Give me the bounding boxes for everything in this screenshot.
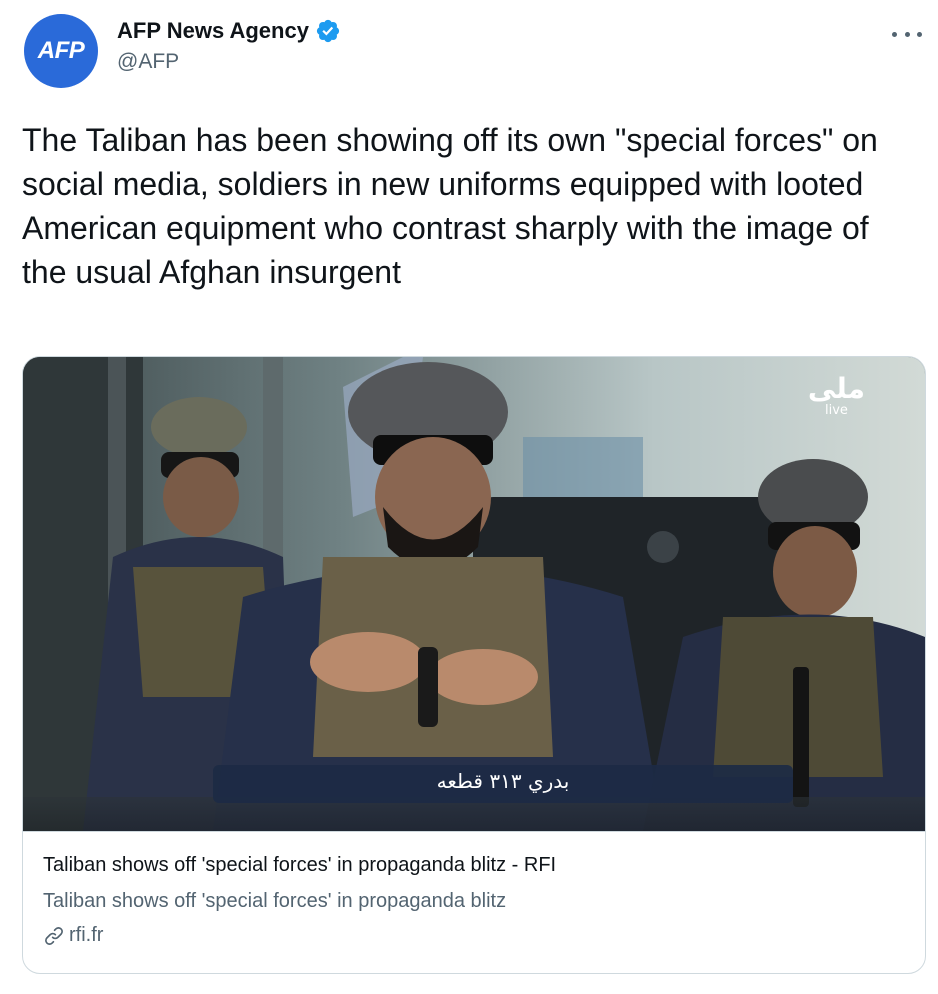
link-icon xyxy=(43,925,65,947)
media-watermark: ملی live xyxy=(808,375,865,419)
media-watermark-text: ملی xyxy=(807,372,865,405)
more-options-icon[interactable] xyxy=(892,22,922,46)
tweet[interactable]: AFP AFP News Agency @AFP The Taliban has… xyxy=(0,0,938,994)
card-info[interactable]: Taliban shows off 'special forces' in pr… xyxy=(23,831,925,973)
more-dot xyxy=(892,31,897,37)
link-card[interactable]: ملی live بدري ۳۱۳ قطعه Taliban shows off… xyxy=(22,356,926,974)
user-info: AFP News Agency @AFP xyxy=(117,18,341,74)
more-dot xyxy=(904,31,910,37)
media-caption: بدري ۳۱۳ قطعه xyxy=(436,769,570,793)
verified-badge-icon xyxy=(315,18,341,44)
avatar[interactable]: AFP xyxy=(24,14,98,88)
card-domain-row: rfi.fr xyxy=(43,924,905,947)
media-watermark-sub: live xyxy=(824,403,848,418)
name-row: AFP News Agency xyxy=(117,18,341,44)
user-handle[interactable]: @AFP xyxy=(117,50,341,74)
display-name[interactable]: AFP News Agency xyxy=(117,18,309,44)
card-description: Taliban shows off 'special forces' in pr… xyxy=(43,890,507,912)
tweet-text: The Taliban has been showing off its own… xyxy=(22,122,878,290)
more-dot xyxy=(917,31,922,37)
card-domain: rfi.fr xyxy=(69,924,104,946)
avatar-logo-text: AFP xyxy=(37,37,85,64)
card-title: Taliban shows off 'special forces' in pr… xyxy=(43,854,557,876)
card-image[interactable]: ملی live بدري ۳۱۳ قطعه xyxy=(23,357,925,831)
